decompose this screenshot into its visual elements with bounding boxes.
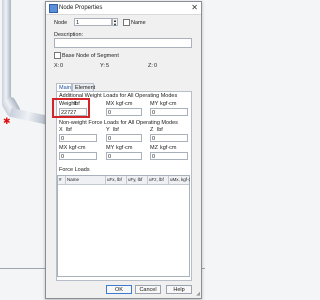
mx-field[interactable]: 0 xyxy=(106,108,142,116)
help-button[interactable]: Help xyxy=(166,285,192,294)
col-ufx[interactable]: uFx, lbf xyxy=(106,176,127,184)
name-checkbox[interactable] xyxy=(123,19,130,26)
moment-my-label: MY xyxy=(106,145,115,151)
name-checkbox-label: Name xyxy=(131,20,146,26)
force-y-label: Y xyxy=(106,127,110,133)
force-x-field[interactable]: 0 xyxy=(59,134,97,142)
node-marker[interactable]: ✱ xyxy=(3,117,11,126)
col-number[interactable]: # xyxy=(58,176,66,184)
app-icon xyxy=(49,4,58,13)
force-y-field[interactable]: 0 xyxy=(106,134,142,142)
y-coord-label: Y: xyxy=(100,63,105,69)
title-bar[interactable]: Node Properties ✕ xyxy=(46,2,201,15)
tab-main[interactable]: Main xyxy=(56,83,72,91)
force-x-unit: lbf xyxy=(66,127,72,133)
dialog-title: Node Properties xyxy=(59,5,103,11)
z-coord-value: 0 xyxy=(154,63,158,69)
my-field[interactable]: 0 xyxy=(150,108,188,116)
node-spinner[interactable]: ▲ ▼ xyxy=(112,18,118,27)
my-label: MY xyxy=(150,101,159,107)
node-number-field[interactable]: 1 xyxy=(74,18,112,26)
col-name[interactable]: Name xyxy=(66,176,106,184)
force-x-label: X xyxy=(59,127,63,133)
mx-unit: kgf·cm xyxy=(116,101,133,107)
weight-highlight-box xyxy=(52,98,90,118)
resize-grip-icon[interactable]: ◢ xyxy=(196,291,200,297)
force-y-unit: lbf xyxy=(113,127,119,133)
node-properties-dialog: Node Properties ✕ Node 1 ▲ ▼ Name Descrip… xyxy=(45,1,202,299)
force-loads-heading: Force Loads xyxy=(59,167,90,173)
force-z-unit: lbf xyxy=(157,127,163,133)
nonweight-heading: Non-weight Force Loads for All Operating… xyxy=(59,120,178,126)
moment-mx-field[interactable]: 0 xyxy=(59,152,97,160)
z-coord-label: Z: xyxy=(148,63,153,69)
y-coord-value: 5 xyxy=(106,63,110,69)
force-z-label: Z xyxy=(150,127,154,133)
moment-my-field[interactable]: 0 xyxy=(106,152,142,160)
description-field[interactable] xyxy=(54,38,192,48)
moment-mz-field[interactable]: 0 xyxy=(150,152,188,160)
tab-element[interactable]: Element xyxy=(72,83,95,91)
moment-mx-label: MX xyxy=(59,145,68,151)
base-node-checkbox[interactable] xyxy=(54,52,61,59)
node-label: Node xyxy=(54,20,68,26)
force-loads-header: # Name uFx, lbf uFy, lbf uFz, lbf uMx, k… xyxy=(58,176,190,185)
force-z-field[interactable]: 0 xyxy=(150,134,188,142)
base-node-label: Base Node of Segment xyxy=(62,53,119,59)
col-ufy[interactable]: uFy, lbf xyxy=(127,176,148,184)
moment-mz-unit: kgf·cm xyxy=(160,145,177,151)
pipe-vertical-left xyxy=(2,0,11,105)
col-ufz[interactable]: uFz, lbf xyxy=(148,176,169,184)
ok-button[interactable]: OK xyxy=(106,285,132,294)
x-coord-value: 0 xyxy=(60,63,64,69)
x-coord-label: X: xyxy=(54,63,60,69)
moment-mx-unit: kgf·cm xyxy=(69,145,86,151)
col-umx[interactable]: uMx, kgf·cm xyxy=(169,176,190,184)
mx-label: MX xyxy=(106,101,115,107)
moment-mz-label: MZ xyxy=(150,145,158,151)
force-loads-table[interactable]: # Name uFx, lbf uFy, lbf uFz, lbf uMx, k… xyxy=(57,175,190,277)
cancel-button[interactable]: Cancel xyxy=(135,285,161,294)
moment-my-unit: kgf·cm xyxy=(116,145,133,151)
my-unit: kgf·cm xyxy=(160,101,177,107)
close-icon[interactable]: ✕ xyxy=(191,3,198,12)
